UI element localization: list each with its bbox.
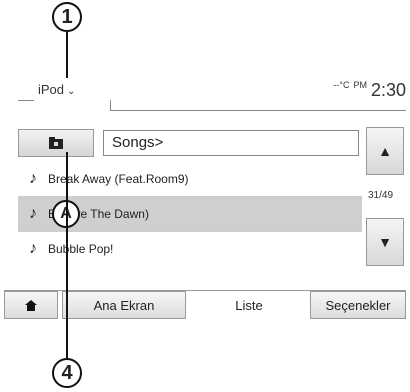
tab-liste-label: Liste — [235, 297, 263, 313]
tab-ana-ekran-label: Ana Ekran — [93, 297, 155, 313]
scroll-down-button[interactable]: ▼ — [366, 218, 404, 266]
home-icon — [25, 299, 37, 311]
bottom-tab-bar: Ana Ekran Liste Seçenekler — [4, 290, 406, 319]
list-item[interactable]: ♪ Bubble Pop! — [18, 232, 362, 266]
item-counter: 31/49 — [368, 190, 394, 201]
source-selector[interactable]: iPod ⌄ — [38, 82, 75, 97]
folder-icon — [49, 137, 63, 149]
header-tab-edge — [110, 100, 111, 110]
arrow-down-icon: ▼ — [378, 234, 392, 250]
folder-up-button[interactable] — [18, 129, 94, 157]
header-divider-left — [18, 100, 34, 101]
ampm-indicator: PM — [353, 80, 367, 90]
song-title: Bubble Pop! — [48, 242, 114, 256]
path-label: Songs> — [112, 134, 164, 151]
header-divider-right — [110, 110, 406, 111]
callout-1-label: 1 — [61, 5, 73, 28]
callout-1: 1 — [52, 2, 82, 32]
scroll-up-button[interactable]: ▲ — [366, 127, 404, 175]
tab-secenekler[interactable]: Seçenekler — [310, 291, 406, 319]
music-note-icon: ♪ — [29, 170, 37, 187]
tab-secenekler-label: Seçenekler — [325, 297, 391, 313]
tab-liste[interactable]: Liste — [190, 291, 308, 319]
callout-4-label: 4 — [61, 361, 73, 384]
tab-ana-ekran[interactable]: Ana Ekran — [62, 291, 186, 319]
list-item[interactable]: ♪ Break Away (Feat.Room9) — [18, 162, 362, 196]
source-label: iPod — [38, 82, 65, 97]
chevron-down-icon: ⌄ — [67, 86, 76, 97]
clock: 2:30 — [370, 80, 406, 100]
callout-4-line — [66, 152, 68, 360]
song-title: Break Away (Feat.Room9) — [48, 172, 189, 186]
callout-4: 4 — [52, 358, 82, 388]
arrow-up-icon: ▲ — [378, 143, 392, 159]
status-area: --°C PM 2:30 — [333, 80, 406, 101]
path-field: Songs> — [103, 130, 359, 156]
home-button[interactable] — [4, 291, 58, 319]
music-note-icon: ♪ — [29, 240, 37, 257]
temperature: --°C — [333, 80, 350, 90]
music-note-icon: ♪ — [29, 205, 37, 222]
